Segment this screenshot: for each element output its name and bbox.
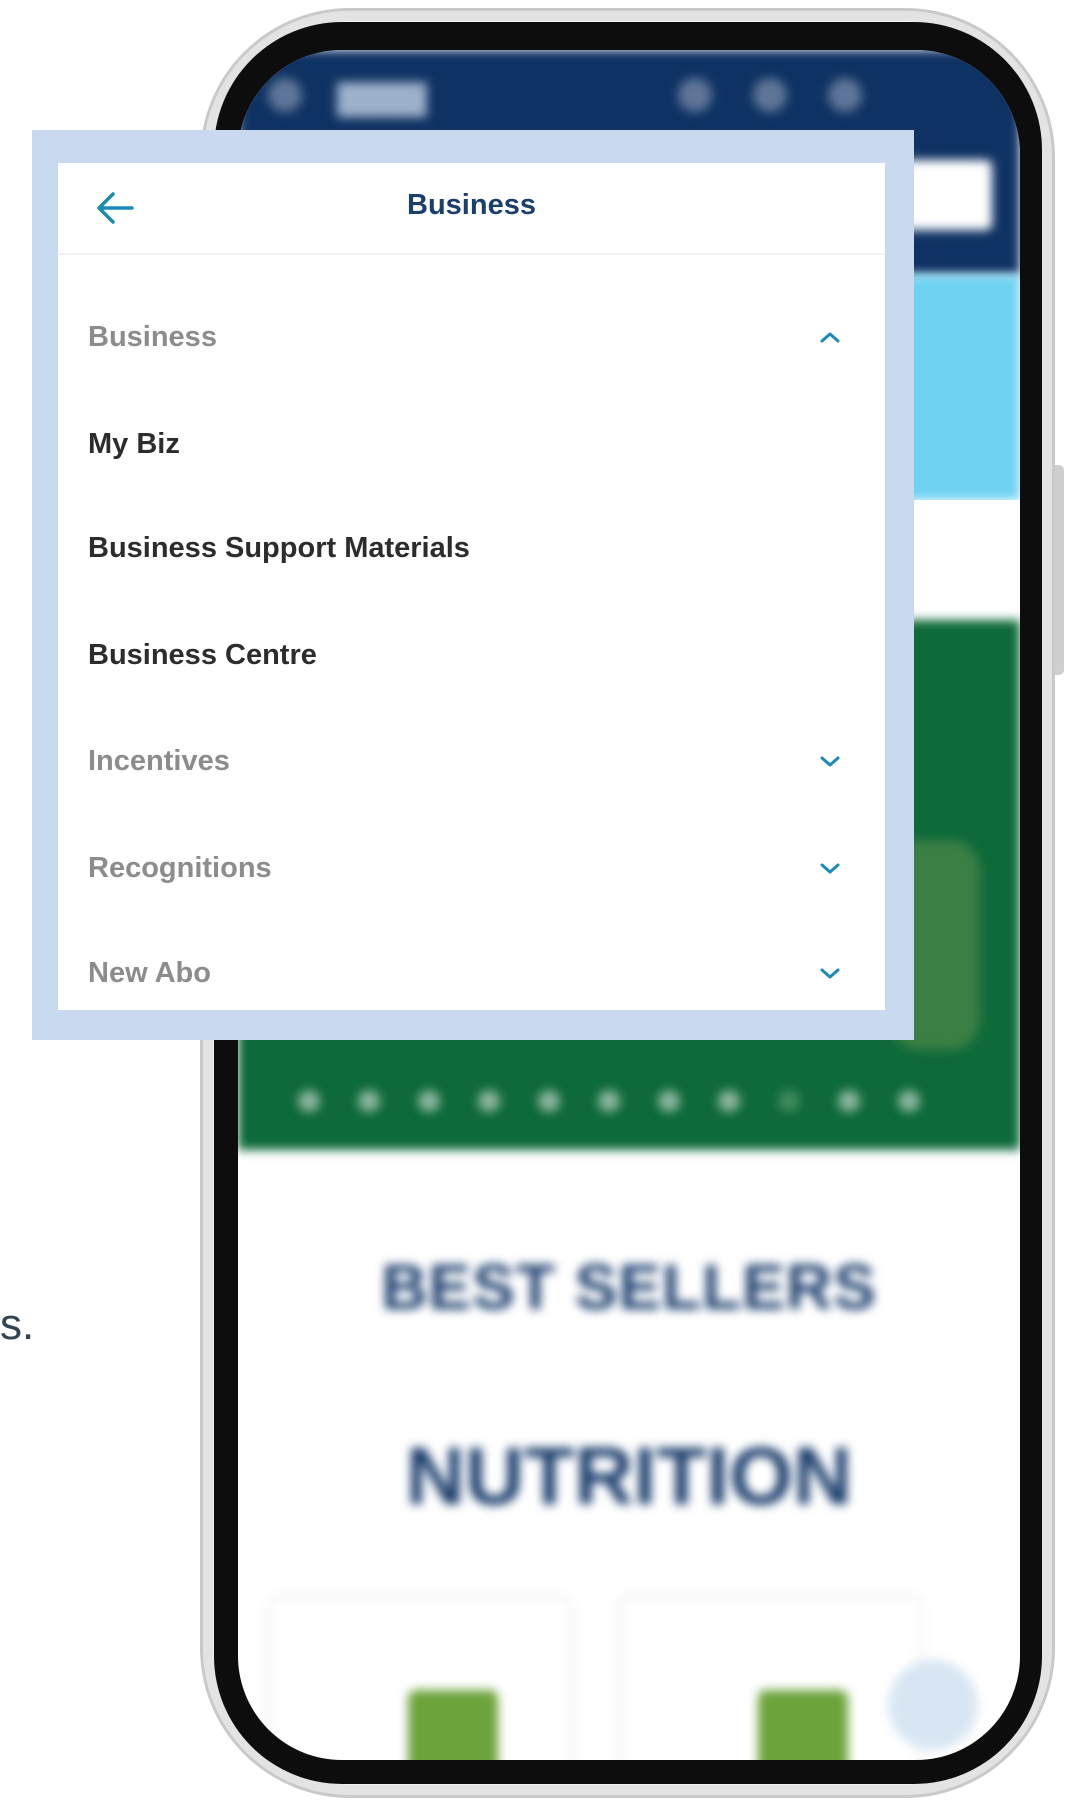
section-label: Incentives: [88, 744, 230, 777]
menu-item-my-biz[interactable]: My Biz: [58, 409, 885, 479]
panel-title: Business: [407, 189, 536, 221]
chat-avatar: [888, 1660, 978, 1750]
menu-item-label: My Biz: [88, 427, 180, 460]
section-new-abo-header[interactable]: New Abo: [58, 938, 885, 1008]
product-image: [758, 1690, 848, 1760]
section-label: Recognitions: [88, 851, 272, 884]
nutrition-heading: NUTRITION: [405, 1431, 853, 1522]
best-sellers-heading: BEST SELLERS: [381, 1251, 877, 1323]
account-icon: [828, 78, 862, 112]
cart-icon: [753, 78, 787, 112]
section-business-header[interactable]: Business: [58, 302, 885, 372]
carousel-dots: [298, 1090, 920, 1112]
section-label: New Abo: [88, 956, 211, 989]
section-recognitions-header[interactable]: Recognitions: [58, 833, 885, 903]
section-incentives-header[interactable]: Incentives: [58, 726, 885, 796]
chevron-down-icon: [820, 863, 840, 874]
product-image: [408, 1690, 498, 1760]
menu-item-business-support-materials[interactable]: Business Support Materials: [58, 513, 885, 583]
menu-icon: [268, 78, 302, 112]
chevron-down-icon: [820, 968, 840, 979]
chevron-down-icon: [820, 756, 840, 767]
menu-item-business-centre[interactable]: Business Centre: [58, 620, 885, 690]
partial-caption-text: s.: [0, 1300, 35, 1349]
phone-side-button: [1055, 465, 1064, 675]
menu-item-label: Business Centre: [88, 638, 317, 671]
business-menu-panel: Business Business My Biz Business Suppor…: [58, 163, 885, 1010]
section-label: Business: [88, 320, 217, 353]
menu-item-label: Business Support Materials: [88, 531, 470, 564]
panel-header: Business: [58, 163, 885, 255]
app-logo: ▆▆▆: [338, 74, 426, 116]
chevron-up-icon: [820, 332, 840, 343]
location-icon: [678, 78, 712, 112]
